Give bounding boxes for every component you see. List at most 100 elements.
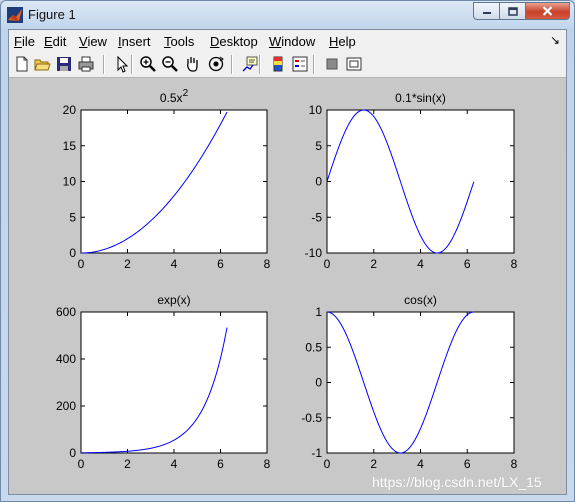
- watermark-text: https://blog.csdn.net/LX_15: [372, 474, 542, 490]
- x-tick-label: 6: [217, 457, 224, 471]
- hide-plot-tools-button[interactable]: [323, 55, 341, 73]
- show-plot-tools-button[interactable]: [345, 55, 363, 73]
- axes-box: [80, 109, 268, 254]
- figure-toolbar: [9, 52, 566, 78]
- open-folder-icon: [34, 59, 51, 71]
- y-tick-label: 400: [56, 352, 76, 366]
- colorbar-icon: [273, 56, 283, 72]
- x-tick-label: 4: [171, 257, 178, 271]
- x-tick-label: 0: [78, 257, 85, 271]
- x-tick-label: 6: [464, 257, 471, 271]
- x-tick-label: 0: [324, 457, 331, 471]
- menu-file[interactable]: File: [14, 34, 35, 49]
- y-tick-label: 5: [69, 210, 76, 224]
- menu-insert[interactable]: Insert: [118, 34, 151, 49]
- x-tick-label: 4: [417, 457, 424, 471]
- title-bar[interactable]: Figure 1: [1, 1, 574, 29]
- y-tick-label: 0: [69, 446, 76, 460]
- hide-plot-tools-icon: [326, 58, 338, 70]
- edit-plot-arrow-icon: [117, 55, 129, 73]
- rotate-3d-icon: [208, 56, 224, 72]
- toolbar-separator: [313, 55, 315, 74]
- colorbar-button[interactable]: [269, 55, 287, 73]
- x-tick-label: 8: [511, 457, 518, 471]
- subplot-4: 0 2 4 6 8 -1 -0.5 0 0.5 1 cos(x): [301, 293, 517, 471]
- x-tick-label: 2: [370, 257, 377, 271]
- y-tick-label: 10: [63, 175, 77, 189]
- toolbar-separator: [103, 55, 105, 74]
- new-figure-icon: [16, 56, 28, 72]
- x-tick-label: 0: [78, 457, 85, 471]
- dock-figure-icon[interactable]: ↘: [550, 33, 560, 47]
- title-superscript: 2: [183, 88, 189, 99]
- x-tick-label: 2: [124, 457, 131, 471]
- matlab-logo-icon: [7, 7, 23, 23]
- y-tick-label: 1: [315, 305, 322, 319]
- menu-edit[interactable]: Edit: [44, 34, 66, 49]
- subplot-title: cos(x): [404, 293, 437, 307]
- subplots-svg: 0 2 4 6 8051015200.5x20 2 4 6 8-10-505100.1*sin(…: [56, 88, 518, 471]
- menu-desktop[interactable]: Desktop: [210, 34, 258, 49]
- menu-bar: File Edit View Insert Tools Desktop Window Help…: [9, 30, 566, 52]
- legend-button[interactable]: [291, 55, 309, 73]
- pan-hand-icon: [187, 57, 198, 72]
- subplot-title: exp(x): [157, 293, 190, 307]
- subplot-1: 0 2 4 6 8 0 5 10 15 20 0.5x2: [63, 88, 271, 271]
- menu-view[interactable]: View: [79, 34, 107, 49]
- rotate-3d-button[interactable]: [207, 55, 225, 73]
- save-icon: [57, 57, 71, 71]
- y-tick-label: 0: [315, 175, 322, 189]
- legend-icon: [292, 56, 308, 72]
- figure-client-area: File Edit View Insert Tools Desktop Window Help…: [8, 29, 567, 495]
- data-cursor-icon: [242, 56, 258, 72]
- maximize-icon: [507, 6, 518, 16]
- zoom-in-button[interactable]: [139, 55, 157, 73]
- menu-help[interactable]: Help: [329, 34, 356, 49]
- y-tick-label: 5: [315, 139, 322, 153]
- y-tick-label: 15: [63, 139, 77, 153]
- subplot-title: 0.1*sin(x): [395, 91, 446, 105]
- show-plot-tools-icon: [346, 57, 362, 71]
- window-controls: [473, 2, 570, 20]
- subplot-title: 0.5x2: [160, 88, 189, 105]
- x-tick-label: 2: [370, 457, 377, 471]
- y-tick-label: 600: [56, 305, 76, 319]
- y-tick-label: -0.5: [301, 411, 322, 425]
- zoom-out-button[interactable]: [161, 55, 179, 73]
- x-tick-label: 0: [324, 257, 331, 271]
- data-cursor-button[interactable]: [241, 55, 259, 73]
- menu-window[interactable]: Window: [269, 34, 315, 49]
- y-tick-label: 0.5: [305, 340, 322, 354]
- axes-box: [326, 109, 515, 254]
- axes-box: [326, 311, 515, 454]
- x-tick-label: 4: [171, 457, 178, 471]
- print-button[interactable]: [77, 55, 95, 73]
- edit-plot-arrow-button[interactable]: [113, 55, 131, 73]
- x-tick-label: 8: [264, 257, 271, 271]
- new-figure-button[interactable]: [13, 55, 31, 73]
- y-tick-label: -10: [305, 246, 323, 260]
- minimize-button[interactable]: [473, 2, 500, 20]
- close-button[interactable]: [526, 2, 570, 20]
- maximize-button[interactable]: [500, 2, 526, 20]
- menu-tools[interactable]: Tools: [164, 34, 194, 49]
- x-tick-label: 8: [511, 257, 518, 271]
- figure-window: Figure 1 File Edit View Insert Tools Desktop W…: [0, 0, 575, 502]
- y-tick-label: 200: [56, 399, 76, 413]
- print-icon: [78, 56, 94, 72]
- zoom-out-icon: [162, 56, 178, 72]
- x-tick-label: 2: [124, 257, 131, 271]
- y-tick-label: -1: [311, 446, 322, 460]
- subplot-2: 0 2 4 6 8 -10 -5 0 5 10 0.1*sin(x): [305, 91, 518, 271]
- subplot-3: 0 2 4 6 8 0 200 400 600 exp(x): [56, 293, 271, 471]
- axes-box: [80, 311, 268, 454]
- toolbar-separator: [259, 55, 261, 74]
- save-button[interactable]: [55, 55, 73, 73]
- y-tick-label: 0: [69, 246, 76, 260]
- y-tick-label: 0: [315, 376, 322, 390]
- x-tick-label: 8: [264, 457, 271, 471]
- open-folder-button[interactable]: [33, 55, 51, 73]
- x-tick-label: 4: [417, 257, 424, 271]
- toolbar-separator: [231, 55, 233, 74]
- pan-hand-button[interactable]: [183, 55, 201, 73]
